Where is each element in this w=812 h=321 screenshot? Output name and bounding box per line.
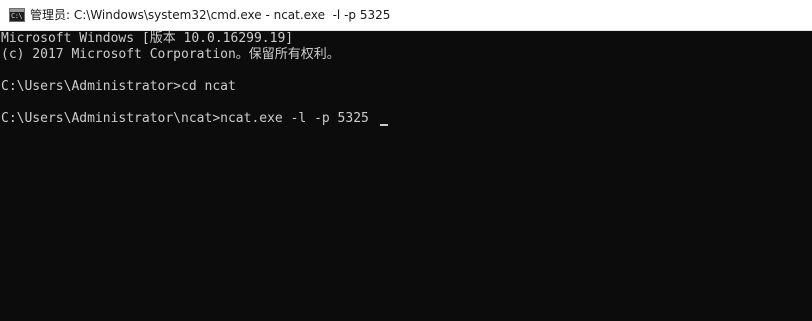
title-bar[interactable]: C:\ 管理员: C:\Windows\system32\cmd.exe - n… <box>0 0 812 31</box>
console-line-ncat-command: C:\Users\Administrator\ncat>ncat.exe -l … <box>1 111 369 126</box>
command-prompt-icon[interactable]: C:\ <box>9 8 25 22</box>
console-output[interactable]: Microsoft Windows [版本 10.0.16299.19] (c)… <box>0 31 812 321</box>
text-cursor <box>380 124 388 126</box>
console-line-version: Microsoft Windows [版本 10.0.16299.19] <box>1 31 294 46</box>
command-prompt-icon-glyph: C:\ <box>11 12 23 20</box>
console-line-copyright: (c) 2017 Microsoft Corporation。保留所有权利。 <box>1 47 340 62</box>
window-title: 管理员: C:\Windows\system32\cmd.exe - ncat.… <box>30 8 391 22</box>
cmd-window: C:\ 管理员: C:\Windows\system32\cmd.exe - n… <box>0 0 812 321</box>
console-line-cd-command: C:\Users\Administrator>cd ncat <box>1 79 236 94</box>
